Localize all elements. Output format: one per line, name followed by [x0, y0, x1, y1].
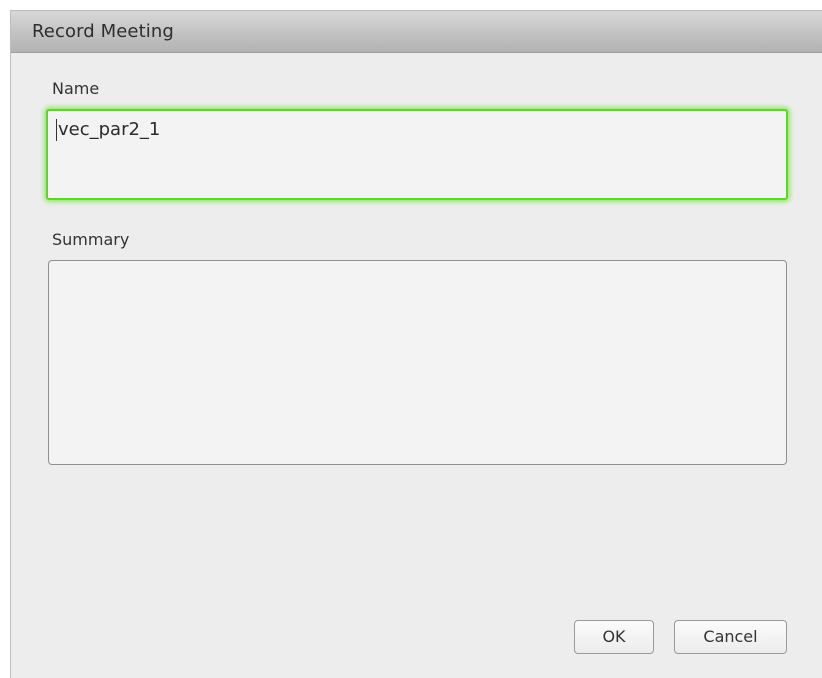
- dialog-titlebar[interactable]: Record Meeting: [11, 11, 822, 53]
- record-meeting-dialog: Record Meeting Name vec_par2_1 Summary O…: [10, 10, 822, 678]
- cancel-button[interactable]: Cancel: [674, 620, 787, 654]
- summary-label: Summary: [52, 230, 130, 249]
- name-label: Name: [52, 79, 100, 98]
- dialog-title: Record Meeting: [32, 21, 174, 42]
- summary-textarea[interactable]: [48, 260, 787, 465]
- name-input-value: vec_par2_1: [56, 119, 161, 141]
- name-input[interactable]: vec_par2_1: [46, 109, 788, 200]
- ok-button[interactable]: OK: [574, 620, 654, 654]
